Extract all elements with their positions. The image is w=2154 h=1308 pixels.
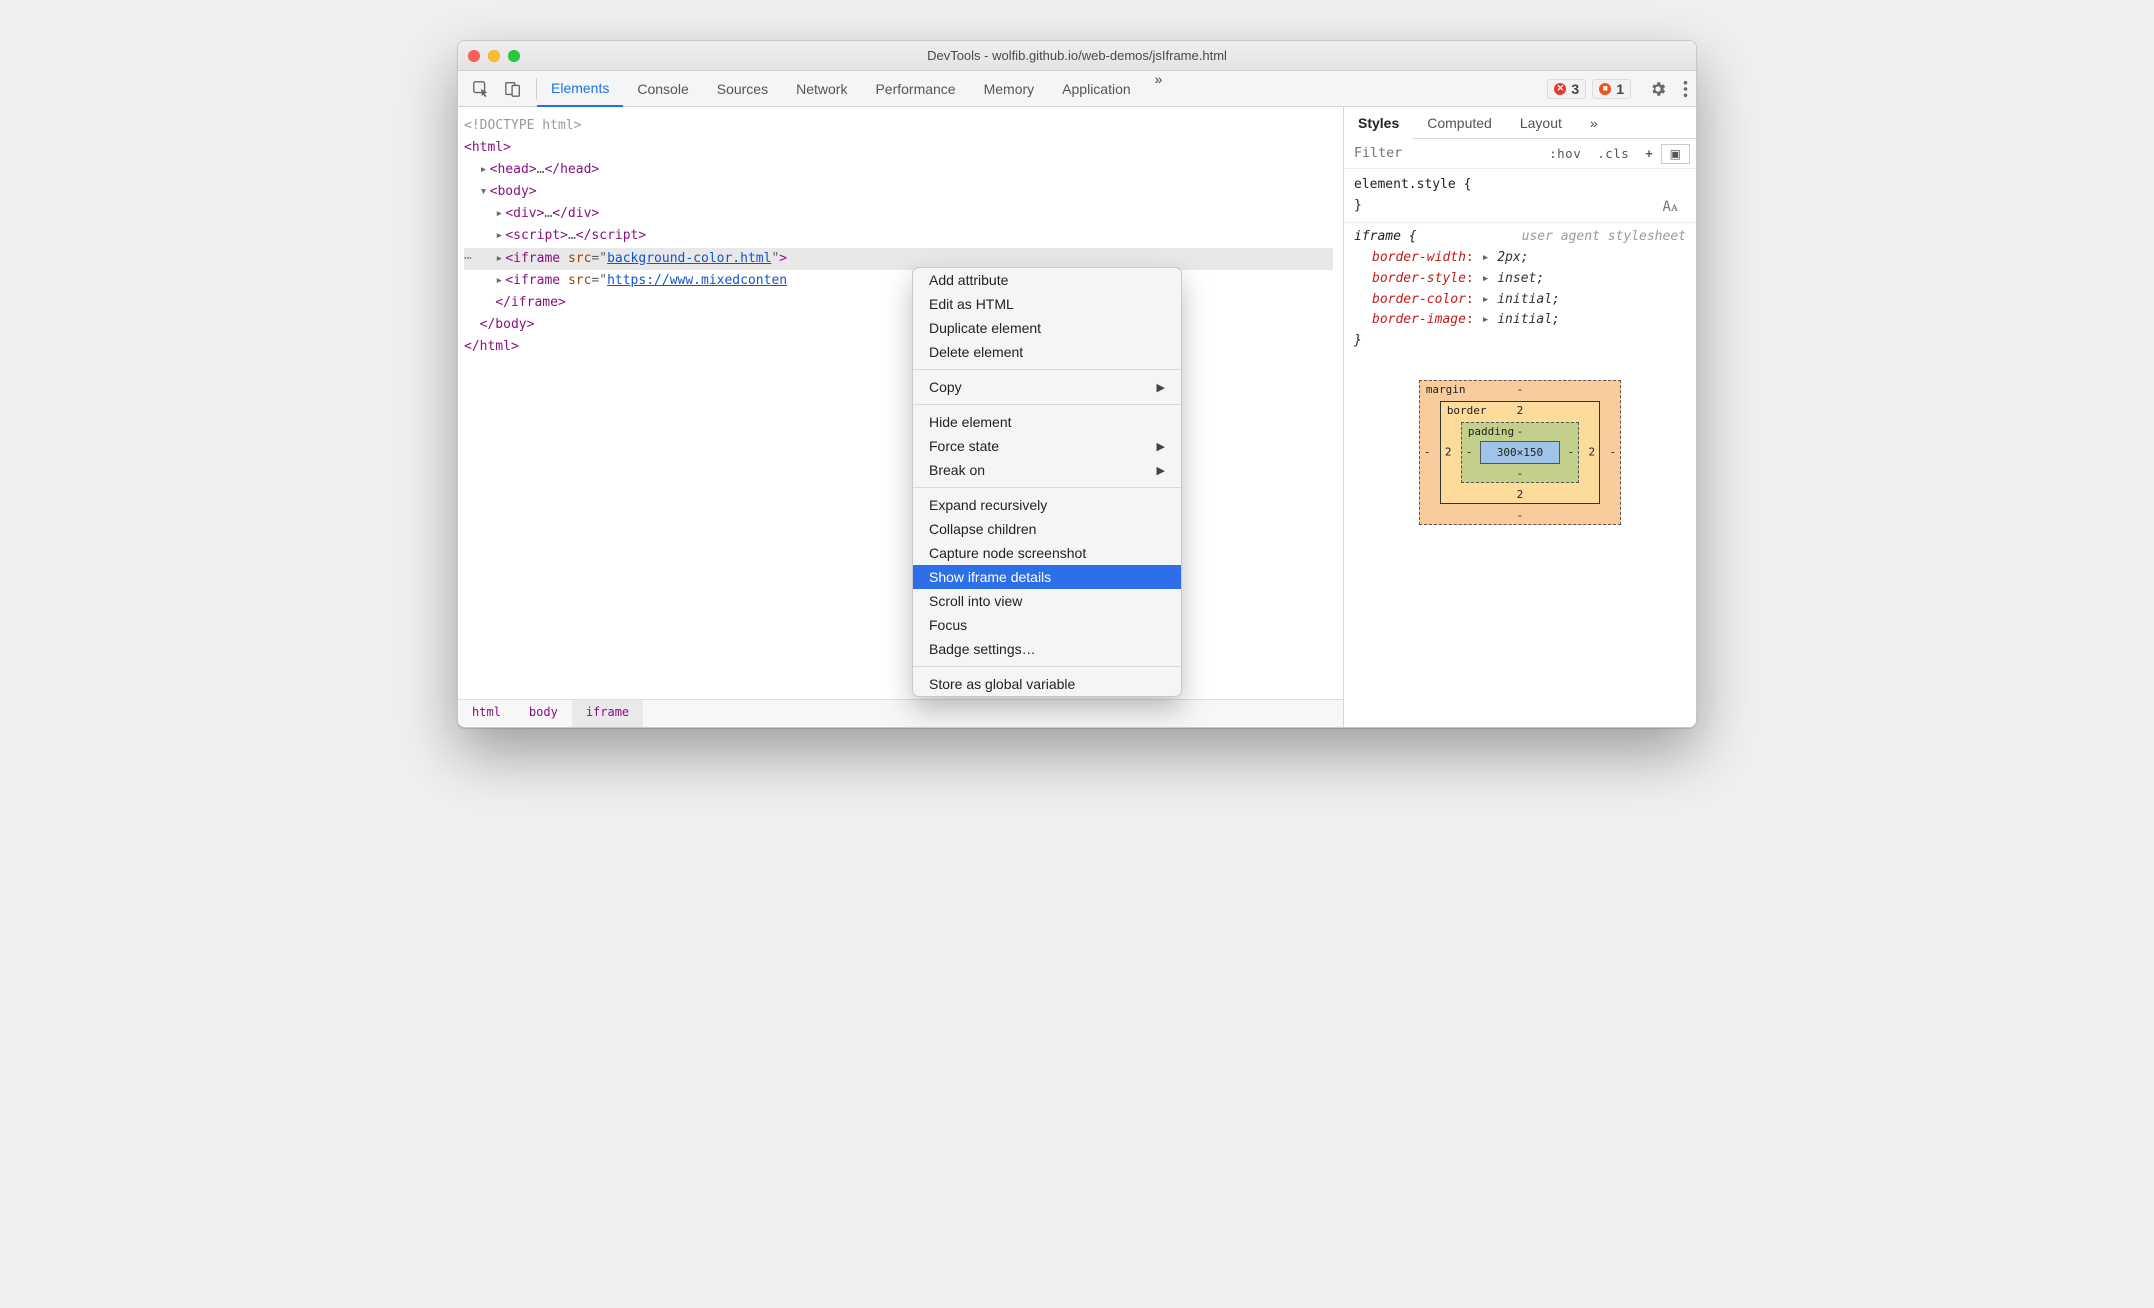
expand-head-icon[interactable]: ▸ xyxy=(480,159,490,181)
issues-badge[interactable]: ■ 1 xyxy=(1592,79,1631,99)
close-window-button[interactable] xyxy=(468,50,480,62)
rule-origin: user agent stylesheet xyxy=(1522,227,1686,248)
ctx-item-badge-settings-[interactable]: Badge settings… xyxy=(913,637,1181,661)
minimize-window-button[interactable] xyxy=(488,50,500,62)
new-style-rule-icon[interactable]: + xyxy=(1637,147,1660,161)
error-icon: ✕ xyxy=(1554,83,1566,95)
ctx-item-edit-as-html[interactable]: Edit as HTML xyxy=(913,292,1181,316)
filter-input[interactable] xyxy=(1344,139,1541,168)
tab-performance[interactable]: Performance xyxy=(861,71,969,107)
styles-tabs-overflow-icon[interactable]: » xyxy=(1576,107,1612,139)
more-icon[interactable] xyxy=(1675,80,1696,98)
ctx-item-duplicate-element[interactable]: Duplicate element xyxy=(913,316,1181,340)
elements-panel: <!DOCTYPE html> <html> ▸<head>…</head> ▾… xyxy=(458,107,1344,727)
ctx-item-copy[interactable]: Copy▶ xyxy=(913,375,1181,399)
ctx-item-break-on[interactable]: Break on▶ xyxy=(913,458,1181,482)
window-title: DevTools - wolfib.github.io/web-demos/js… xyxy=(458,48,1696,63)
issue-icon: ■ xyxy=(1599,83,1611,95)
ctx-item-expand-recursively[interactable]: Expand recursively xyxy=(913,493,1181,517)
devtools-window: DevTools - wolfib.github.io/web-demos/js… xyxy=(457,40,1697,728)
margin-label: margin xyxy=(1426,383,1466,396)
tab-memory[interactable]: Memory xyxy=(970,71,1049,107)
style-rules: element.style { }Aᴀ iframe {user agent s… xyxy=(1344,169,1696,358)
ctx-item-collapse-children[interactable]: Collapse children xyxy=(913,517,1181,541)
element-style-selector[interactable]: element.style { xyxy=(1354,175,1471,196)
window-controls xyxy=(468,50,520,62)
breadcrumbs: html body iframe xyxy=(458,699,1343,727)
box-model[interactable]: margin - - - - border 2 2 2 2 padding xyxy=(1344,358,1696,533)
styles-tabs: Styles Computed Layout » xyxy=(1344,107,1696,139)
padding-label: padding xyxy=(1468,425,1514,438)
tab-network[interactable]: Network xyxy=(782,71,861,107)
tabs-overflow-icon[interactable]: » xyxy=(1145,71,1173,107)
cls-toggle[interactable]: .cls xyxy=(1589,146,1637,161)
selected-node[interactable]: ⋯ ▸<iframe src="background-color.html"> xyxy=(464,248,1333,270)
hov-toggle[interactable]: :hov xyxy=(1541,146,1589,161)
error-badge[interactable]: ✕ 3 xyxy=(1547,79,1586,99)
titlebar: DevTools - wolfib.github.io/web-demos/js… xyxy=(458,41,1696,71)
doctype[interactable]: <!DOCTYPE html> xyxy=(464,118,581,133)
font-preview-icon[interactable]: Aᴀ xyxy=(1655,196,1686,218)
settings-icon[interactable] xyxy=(1641,80,1675,98)
tab-sources[interactable]: Sources xyxy=(703,71,782,107)
selected-indicator-icon: ⋯ xyxy=(464,248,472,270)
ctx-item-delete-element[interactable]: Delete element xyxy=(913,340,1181,364)
ctx-item-focus[interactable]: Focus xyxy=(913,613,1181,637)
tab-styles[interactable]: Styles xyxy=(1344,107,1413,139)
main-toolbar: Elements Console Sources Network Perform… xyxy=(458,71,1696,107)
tab-console[interactable]: Console xyxy=(623,71,702,107)
ctx-item-force-state[interactable]: Force state▶ xyxy=(913,434,1181,458)
ctx-item-show-iframe-details[interactable]: Show iframe details xyxy=(913,565,1181,589)
expand-script-icon[interactable]: ▸ xyxy=(495,225,505,247)
toggle-sidebar-icon[interactable]: ▣ xyxy=(1661,144,1690,164)
expand-div-icon[interactable]: ▸ xyxy=(495,203,505,225)
error-count: 3 xyxy=(1571,81,1579,97)
html-open[interactable]: <html> xyxy=(464,140,511,155)
ctx-item-capture-node-screenshot[interactable]: Capture node screenshot xyxy=(913,541,1181,565)
main-content: <!DOCTYPE html> <html> ▸<head>…</head> ▾… xyxy=(458,107,1696,727)
dom-tree[interactable]: <!DOCTYPE html> <html> ▸<head>…</head> ▾… xyxy=(458,107,1343,699)
panel-tabs: Elements Console Sources Network Perform… xyxy=(537,71,1172,107)
device-toggle-icon[interactable] xyxy=(504,80,522,98)
crumb-iframe[interactable]: iframe xyxy=(572,700,643,727)
maximize-window-button[interactable] xyxy=(508,50,520,62)
inspect-icon[interactable] xyxy=(472,80,490,98)
tab-layout[interactable]: Layout xyxy=(1506,107,1576,139)
tab-elements[interactable]: Elements xyxy=(537,71,623,107)
ctx-item-scroll-into-view[interactable]: Scroll into view xyxy=(913,589,1181,613)
body-open[interactable]: <body> xyxy=(490,184,537,199)
ctx-item-store-as-global-variable[interactable]: Store as global variable xyxy=(913,672,1181,696)
issues-count: 1 xyxy=(1616,81,1624,97)
ctx-item-add-attribute[interactable]: Add attribute xyxy=(913,268,1181,292)
tab-computed[interactable]: Computed xyxy=(1413,107,1506,139)
context-menu: Add attributeEdit as HTMLDuplicate eleme… xyxy=(912,267,1182,697)
crumb-html[interactable]: html xyxy=(458,700,515,727)
content-size: 300×150 xyxy=(1480,441,1560,464)
border-label: border xyxy=(1447,404,1487,417)
expand-iframe2-icon[interactable]: ▸ xyxy=(495,270,505,292)
styles-toolbar: :hov .cls + ▣ xyxy=(1344,139,1696,169)
collapse-body-icon[interactable]: ▾ xyxy=(480,181,490,203)
styles-pane: Styles Computed Layout » :hov .cls + ▣ e… xyxy=(1344,107,1696,727)
crumb-body[interactable]: body xyxy=(515,700,572,727)
tab-application[interactable]: Application xyxy=(1048,71,1145,107)
ctx-item-hide-element[interactable]: Hide element xyxy=(913,410,1181,434)
